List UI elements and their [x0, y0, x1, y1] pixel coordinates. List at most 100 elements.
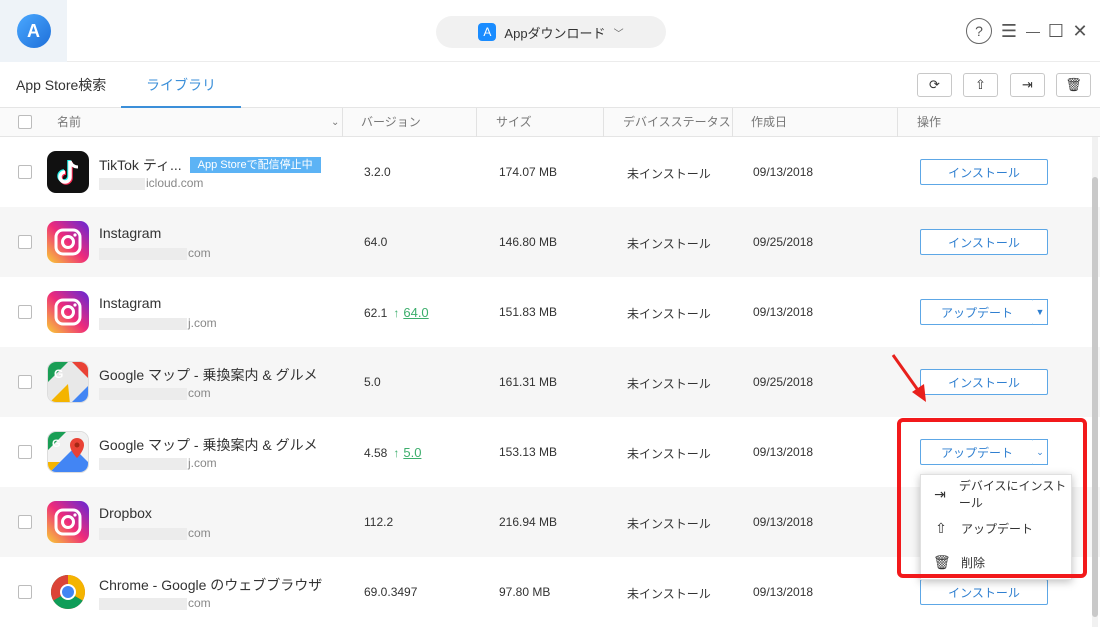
apple-id: j.com: [99, 456, 217, 470]
device-status: 未インストール: [627, 167, 711, 181]
update-button[interactable]: アップデート: [920, 299, 1034, 325]
install-button[interactable]: インストール: [920, 369, 1048, 395]
apple-id: com: [99, 596, 211, 610]
app-version: 112.2: [364, 515, 394, 529]
update-arrow-icon: ↑: [393, 306, 400, 320]
app-name: Google マップ - 乗換案内 & グルメ: [99, 367, 318, 383]
app-version: 5.0: [364, 375, 381, 389]
row-checkbox[interactable]: [18, 235, 32, 249]
apple-id: com: [99, 246, 211, 260]
table-row[interactable]: TikTok ティ... App Storeで配信停止中 icloud.com 3…: [0, 137, 1100, 207]
minimize-icon[interactable]: —: [1024, 18, 1042, 44]
app-size: 97.80 MB: [499, 585, 551, 599]
row-checkbox[interactable]: [18, 585, 32, 599]
created-date: 09/13/2018: [753, 305, 814, 319]
help-icon[interactable]: ?: [966, 18, 992, 44]
created-date: 09/13/2018: [753, 445, 814, 459]
header-status[interactable]: デバイスステータス: [623, 108, 731, 137]
table-row[interactable]: Instagram j.com 62.1 ↑ 64.0 151.83 MB 未インス…: [0, 277, 1100, 347]
app-name: Google マップ - 乗換案内 & グルメ: [99, 437, 318, 453]
row-checkbox[interactable]: [18, 515, 32, 529]
column-divider: [476, 108, 477, 137]
app-logo: A: [0, 0, 67, 62]
app-size: 153.13 MB: [499, 445, 558, 459]
device-status: 未インストール: [627, 587, 711, 601]
chrome-app-icon: [47, 571, 89, 613]
header-name[interactable]: 名前: [57, 108, 81, 137]
refresh-button[interactable]: ⟳: [917, 73, 952, 97]
install-icon: ⇥: [1022, 77, 1033, 92]
app-name: Instagram: [99, 225, 162, 241]
app-size: 146.80 MB: [499, 235, 558, 249]
chevron-down-icon: ▼: [1035, 307, 1045, 317]
close-icon[interactable]: ✕: [1071, 18, 1089, 44]
svg-text:G: G: [54, 367, 63, 381]
title-bar: A A Appダウンロード ﹀ ? ☰ — ☐ ✕: [0, 0, 1100, 62]
new-version-link[interactable]: 64.0: [403, 305, 428, 320]
maximize-icon[interactable]: ☐: [1047, 18, 1065, 44]
app-download-dropdown[interactable]: A Appダウンロード ﹀: [436, 16, 666, 48]
select-all-checkbox[interactable]: [18, 115, 32, 129]
table-header: 名前 ⌄ バージョン サイズ デバイスステータス 作成日 操作: [0, 108, 1100, 137]
delete-button[interactable]: 🗑: [1056, 73, 1091, 97]
app-size: 174.07 MB: [499, 165, 558, 179]
scrollbar[interactable]: [1092, 137, 1098, 627]
device-status: 未インストール: [627, 307, 711, 321]
row-checkbox[interactable]: [18, 305, 32, 319]
install-to-device-button[interactable]: ⇥: [1010, 73, 1045, 97]
created-date: 09/13/2018: [753, 515, 814, 529]
trash-icon: 🗑: [1065, 77, 1082, 92]
row-checkbox[interactable]: [18, 445, 32, 459]
chevron-down-icon: ﹀: [613, 28, 624, 40]
delisted-badge: App Storeで配信停止中: [189, 157, 321, 173]
install-button[interactable]: インストール: [920, 579, 1048, 605]
app-size: 216.94 MB: [499, 515, 558, 529]
table-row[interactable]: Instagram com 64.0 146.80 MB 未インストール 09/…: [0, 207, 1100, 277]
google-maps-app-icon: G: [47, 361, 89, 403]
app-version: 69.0.3497: [364, 585, 418, 599]
upload-button[interactable]: ⇧: [963, 73, 998, 97]
scrollbar-thumb[interactable]: [1092, 177, 1098, 617]
app-name: Instagram: [99, 295, 162, 311]
table-row[interactable]: G Google マップ - 乗換案内 & グルメ com 5.0 161.31…: [0, 347, 1100, 417]
column-divider: [603, 108, 604, 137]
upload-icon: ⇧: [975, 77, 986, 92]
app-size: 151.83 MB: [499, 305, 558, 319]
app-name: Dropbox: [99, 505, 152, 521]
apple-id: com: [99, 386, 211, 400]
created-date: 09/25/2018: [753, 375, 814, 389]
column-divider: [342, 108, 343, 137]
device-status: 未インストール: [627, 237, 711, 251]
device-status: 未インストール: [627, 377, 711, 391]
device-status: 未インストール: [627, 447, 711, 461]
column-divider: [732, 108, 733, 137]
created-date: 09/13/2018: [753, 585, 814, 599]
header-size[interactable]: サイズ: [496, 108, 532, 137]
highlight-annotation-box: [897, 418, 1087, 578]
app-window: A A Appダウンロード ﹀ ? ☰ — ☐ ✕ App Store検索 ライ…: [0, 0, 1100, 640]
instagram-app-icon: [47, 221, 89, 263]
app-store-icon: A: [478, 23, 497, 41]
install-button[interactable]: インストール: [920, 229, 1048, 255]
tab-library[interactable]: ライブラリ: [121, 62, 241, 108]
app-version: 4.58 ↑ 5.0: [364, 445, 422, 460]
app-version: 64.0: [364, 235, 388, 249]
new-version-link[interactable]: 5.0: [403, 445, 421, 460]
header-action: 操作: [917, 115, 942, 129]
header-version[interactable]: バージョン: [361, 108, 421, 137]
row-checkbox[interactable]: [18, 375, 32, 389]
app-name: Chrome - Google のウェブブラウザ: [99, 577, 323, 593]
device-status: 未インストール: [627, 517, 711, 531]
app-name: TikTok ティ... App Storeで配信停止中: [99, 155, 321, 175]
app-version: 3.2.0: [364, 165, 391, 179]
menu-icon[interactable]: ☰: [1000, 18, 1018, 44]
apple-id: icloud.com: [99, 176, 203, 190]
row-checkbox[interactable]: [18, 165, 32, 179]
dropbox-app-icon: [47, 501, 89, 543]
google-maps-app-icon: G: [47, 431, 89, 473]
sort-chevron-icon[interactable]: ⌄: [331, 108, 339, 137]
tab-app-store-search[interactable]: App Store検索: [16, 62, 106, 108]
install-button[interactable]: インストール: [920, 159, 1048, 185]
update-dropdown-toggle[interactable]: ▼: [1033, 299, 1048, 325]
header-date[interactable]: 作成日: [751, 108, 787, 137]
